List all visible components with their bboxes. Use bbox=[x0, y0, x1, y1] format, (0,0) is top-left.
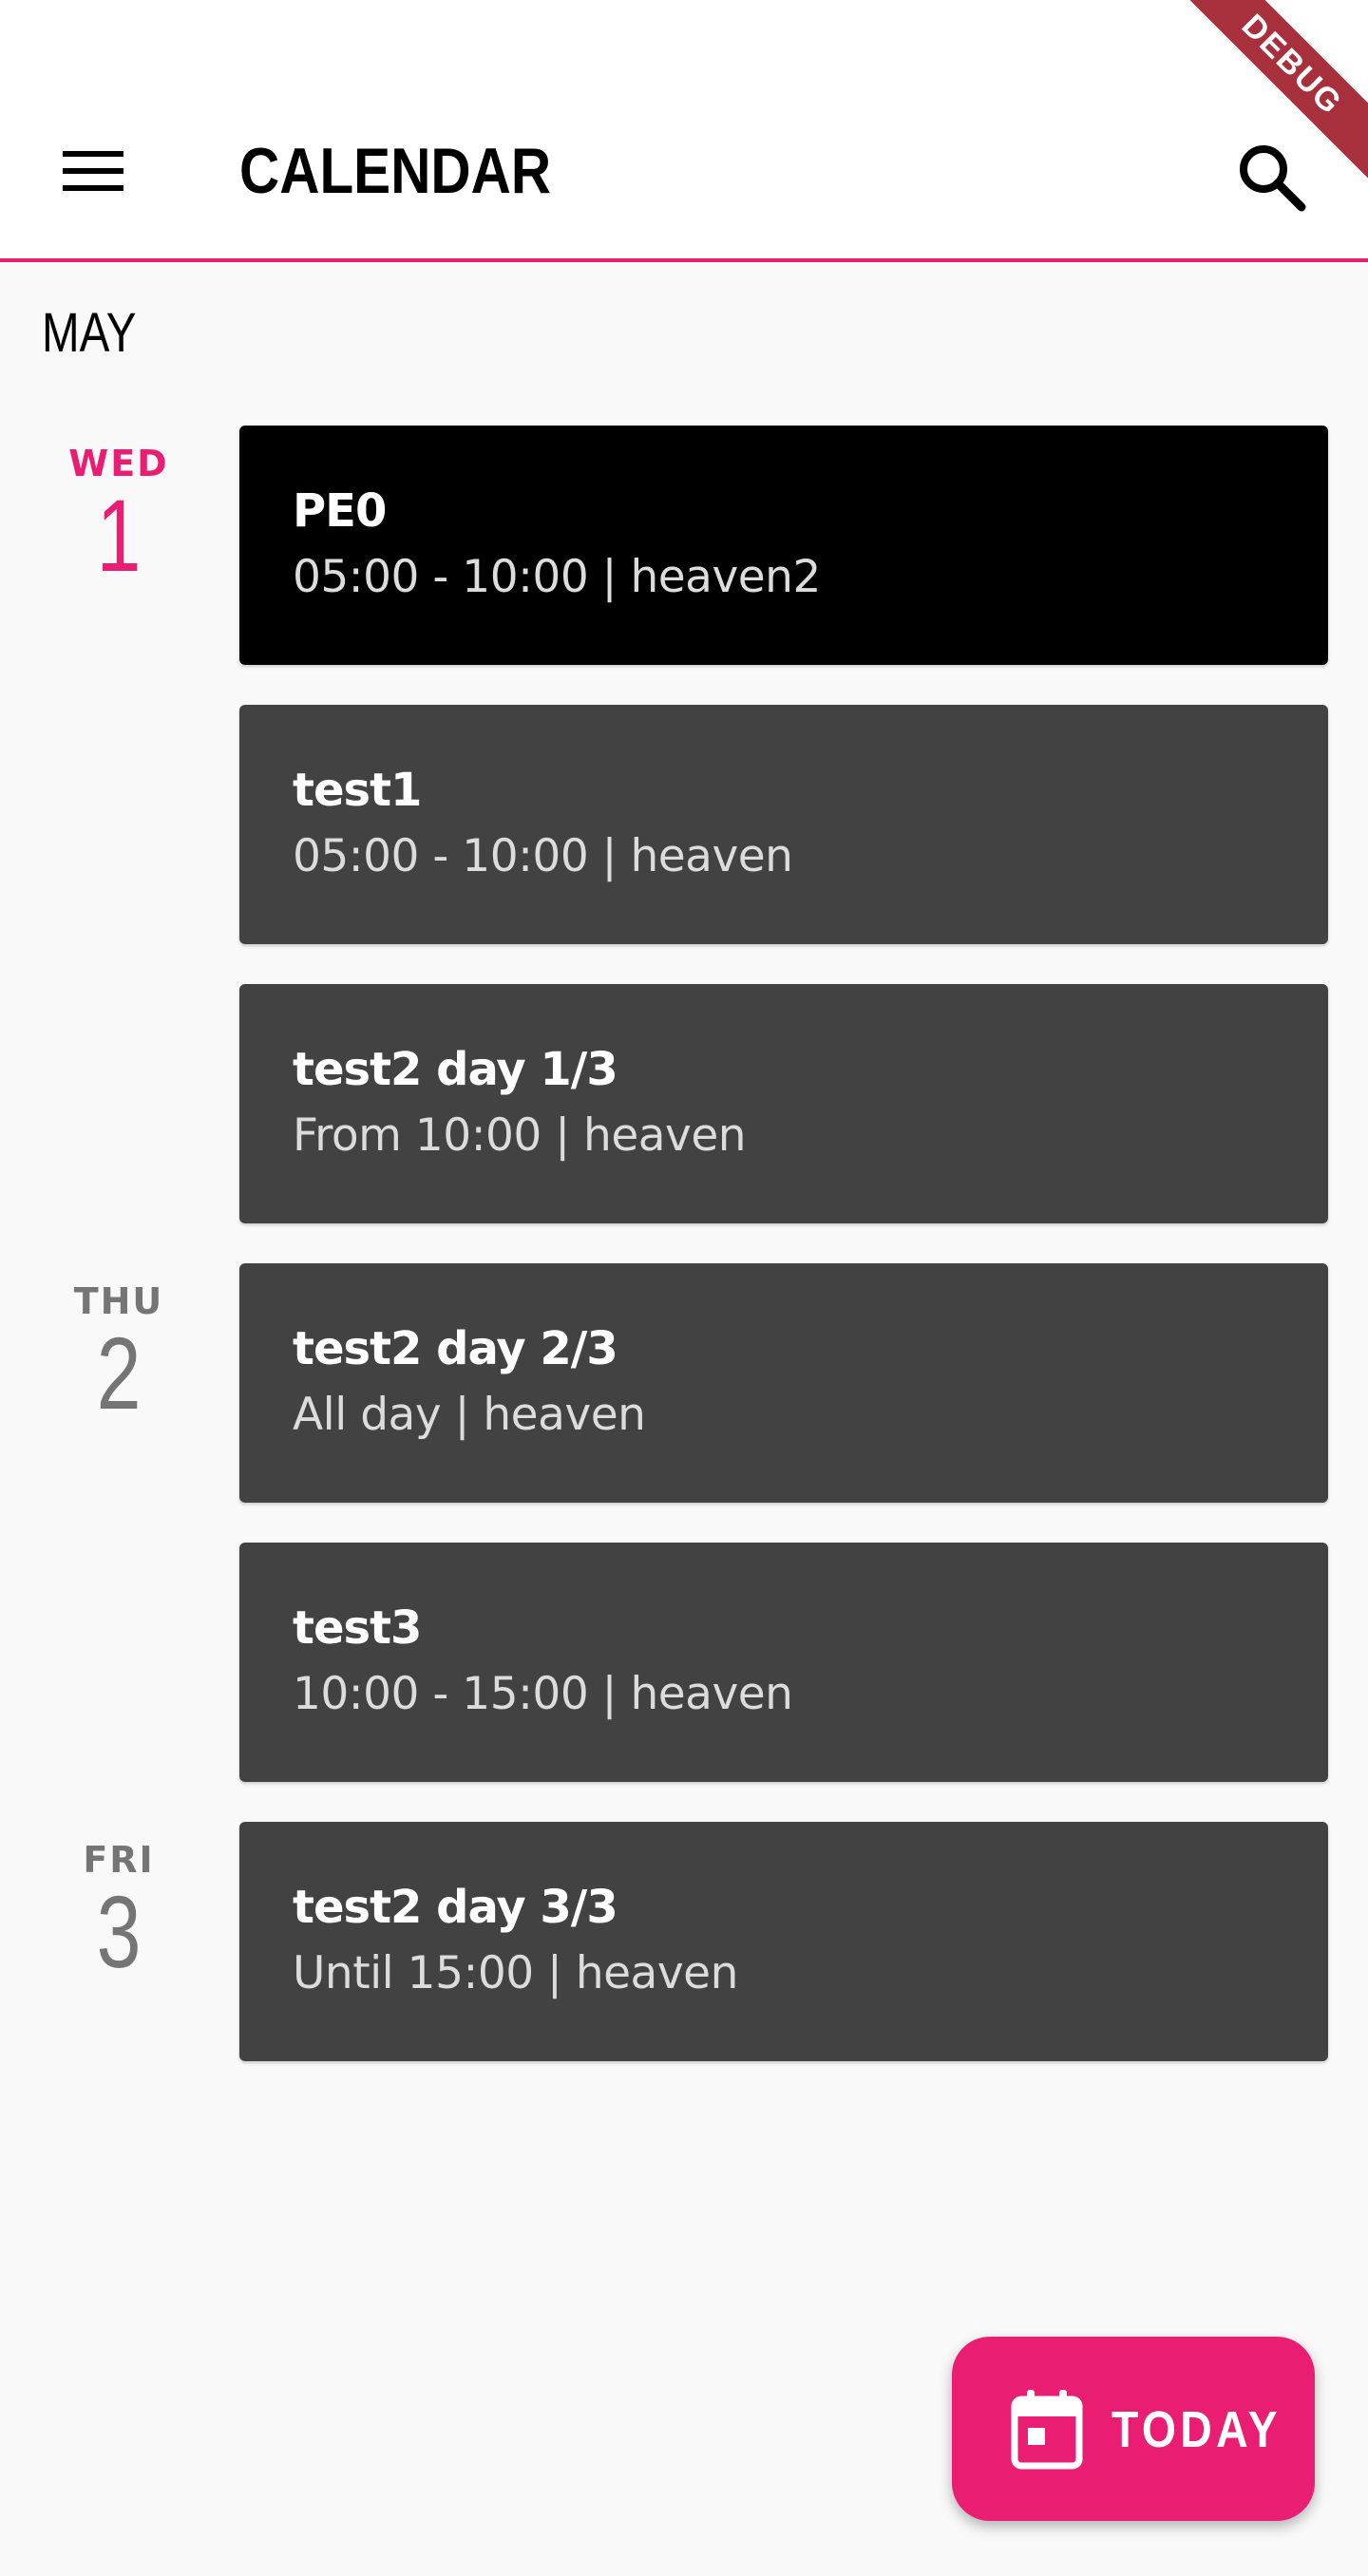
today-button[interactable]: TODAY bbox=[952, 2337, 1315, 2521]
page-title: CALENDAR bbox=[239, 135, 552, 207]
event-title: test2 day 3/3 bbox=[293, 1881, 618, 1934]
event-title: test1 bbox=[293, 764, 422, 817]
event-card[interactable]: test1 05:00 - 10:00 | heaven bbox=[239, 705, 1328, 944]
menu-icon bbox=[63, 151, 124, 191]
event-details: From 10:00 | heaven bbox=[293, 1109, 747, 1162]
day-label-thu: THU 2 bbox=[38, 1280, 200, 1425]
event-details: 05:00 - 10:00 | heaven bbox=[293, 830, 793, 882]
event-details: 10:00 - 15:00 | heaven bbox=[293, 1668, 793, 1720]
event-card[interactable]: test2 day 1/3 From 10:00 | heaven bbox=[239, 984, 1328, 1223]
today-button-label: TODAY bbox=[1112, 2401, 1282, 2458]
day-number: 1 bbox=[96, 478, 142, 593]
event-title: test2 day 2/3 bbox=[293, 1322, 618, 1375]
day-number: 3 bbox=[96, 1874, 142, 1989]
event-title: PE0 bbox=[293, 484, 387, 538]
search-button[interactable] bbox=[1227, 133, 1319, 224]
event-card[interactable]: test2 day 3/3 Until 15:00 | heaven bbox=[239, 1822, 1328, 2061]
app-bar: CALENDAR bbox=[0, 0, 1368, 262]
event-title: test3 bbox=[293, 1601, 422, 1655]
event-details: 05:00 - 10:00 | heaven2 bbox=[293, 551, 821, 603]
day-label-wed: WED 1 bbox=[38, 443, 200, 587]
event-details: All day | heaven bbox=[293, 1389, 646, 1441]
event-details: Until 15:00 | heaven bbox=[293, 1947, 738, 1999]
menu-button[interactable] bbox=[46, 133, 141, 209]
event-title: test2 day 1/3 bbox=[293, 1043, 618, 1096]
day-number: 2 bbox=[96, 1316, 142, 1430]
event-card[interactable]: test3 10:00 - 15:00 | heaven bbox=[239, 1543, 1328, 1782]
event-card[interactable]: test2 day 2/3 All day | heaven bbox=[239, 1263, 1328, 1503]
calendar-icon bbox=[1011, 2390, 1083, 2470]
search-icon bbox=[1240, 145, 1306, 212]
event-card[interactable]: PE0 05:00 - 10:00 | heaven2 bbox=[239, 426, 1328, 665]
day-label-fri: FRI 3 bbox=[38, 1839, 200, 1983]
month-label: MAY bbox=[42, 302, 137, 364]
